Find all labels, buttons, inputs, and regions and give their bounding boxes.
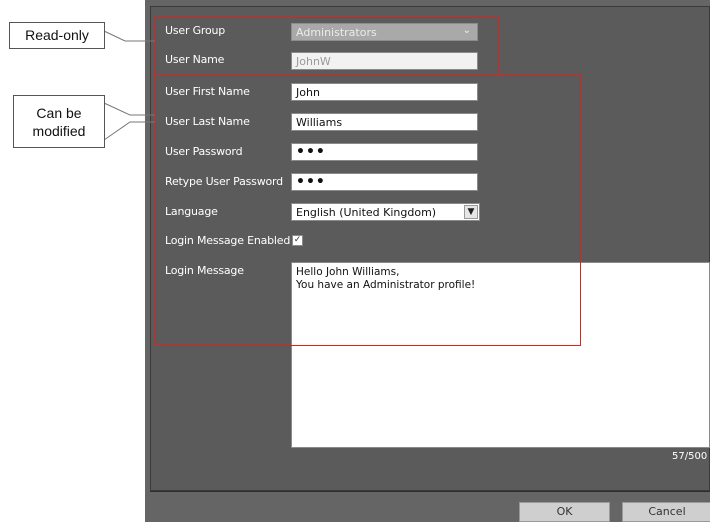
- read-only-callout: Read-only: [9, 22, 105, 49]
- modifiable-callout-line2: modified: [32, 123, 86, 139]
- modifiable-callout-line1: Can be: [36, 105, 82, 121]
- read-only-callout-text: Read-only: [25, 27, 89, 43]
- modifiable-callout: Can be modified: [13, 95, 105, 148]
- callout-connector-lines: [103, 30, 155, 141]
